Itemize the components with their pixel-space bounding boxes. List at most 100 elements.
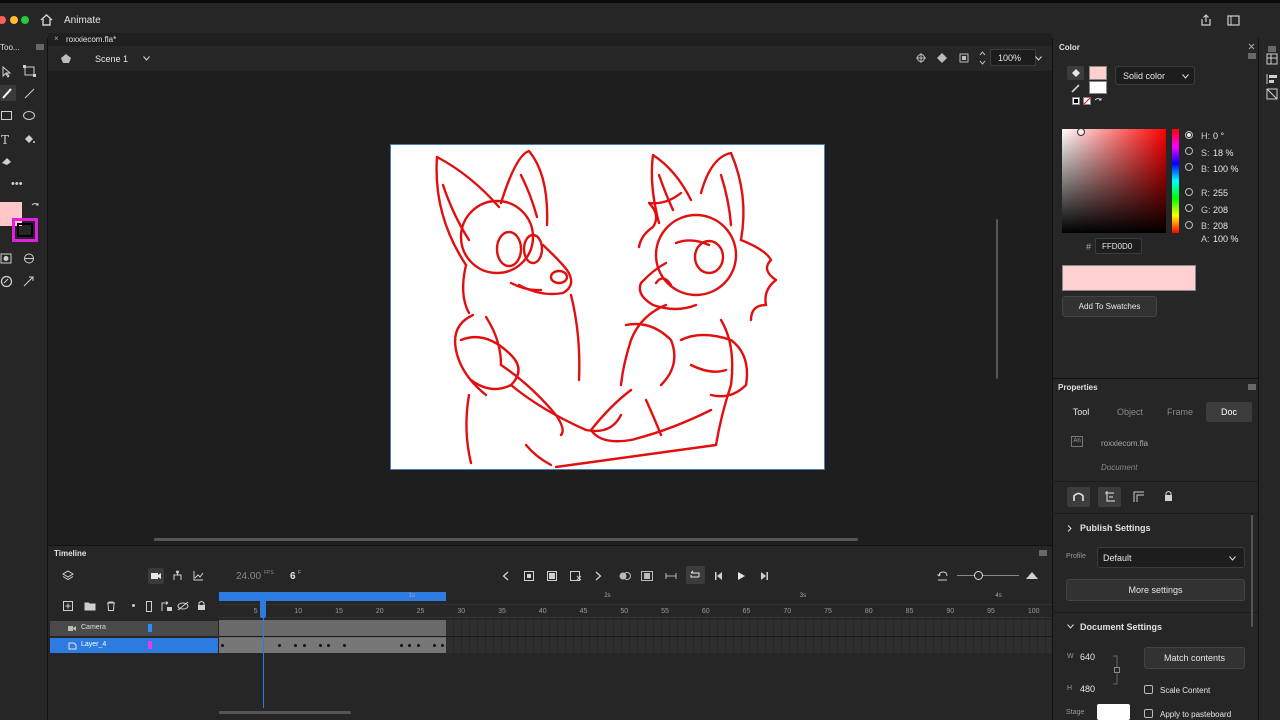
- outline-layer-icon[interactable]: [146, 601, 152, 612]
- object-drawing-icon[interactable]: [0, 253, 12, 264]
- line-tool-icon[interactable]: [24, 88, 35, 99]
- close-window-button[interactable]: [0, 16, 6, 24]
- black-white-icon[interactable]: [1072, 97, 1080, 105]
- new-folder-icon[interactable]: [84, 601, 96, 611]
- swap-stroke-fill-icon[interactable]: [1094, 97, 1102, 105]
- keyframe-dot[interactable]: [278, 644, 282, 647]
- lock-guides-icon[interactable]: [1164, 490, 1173, 502]
- keyframe-dot[interactable]: [294, 644, 298, 647]
- frame-span-icon[interactable]: [665, 571, 677, 581]
- maximize-window-button[interactable]: [21, 16, 29, 24]
- stage-color-swatch[interactable]: [1097, 704, 1130, 720]
- step-back-icon[interactable]: [714, 571, 724, 581]
- alpha-value[interactable]: 100 %: [1213, 234, 1239, 244]
- layer-parenting-icon[interactable]: [172, 570, 183, 581]
- center-stage-icon[interactable]: [916, 53, 926, 63]
- hue-radio[interactable]: [1185, 131, 1193, 139]
- stabilizer-icon[interactable]: [23, 276, 34, 287]
- document-tab[interactable]: roxxiecom.fla*: [66, 35, 116, 44]
- publish-settings-header[interactable]: Publish Settings: [1080, 523, 1151, 533]
- keyframe-dot[interactable]: [408, 644, 412, 647]
- clear-keyframe-icon[interactable]: [570, 571, 582, 581]
- stroke-color-chip[interactable]: [1089, 81, 1107, 94]
- doc-settings-collapse-icon[interactable]: [1067, 624, 1074, 629]
- lock-layer-icon[interactable]: [197, 600, 206, 611]
- keyframe-dot[interactable]: [302, 644, 306, 647]
- stage-canvas[interactable]: [390, 144, 825, 470]
- zoom-field[interactable]: 100%: [990, 49, 1036, 66]
- zoom-dropdown-icon[interactable]: [1035, 56, 1042, 61]
- layer-color-chip[interactable]: [148, 641, 152, 649]
- horizontal-scrollbar[interactable]: [154, 538, 858, 541]
- camera-frames-row[interactable]: [219, 620, 1052, 637]
- stroke-pencil-icon[interactable]: [1071, 83, 1081, 93]
- loop-button[interactable]: [686, 566, 705, 584]
- layer-name[interactable]: Layer_4: [81, 641, 106, 648]
- saturation-brightness-field[interactable]: [1062, 128, 1166, 233]
- eraser-tool-icon[interactable]: [1, 156, 13, 166]
- scene-dropdown-icon[interactable]: [143, 56, 150, 61]
- previous-keyframe-icon[interactable]: [502, 571, 509, 581]
- timeline-zoom-slider[interactable]: [957, 575, 1019, 576]
- frame-ruler[interactable]: [219, 604, 1052, 618]
- minimize-window-button[interactable]: [10, 16, 18, 24]
- brightness-radio[interactable]: [1185, 163, 1193, 171]
- red-radio[interactable]: [1185, 188, 1193, 196]
- scene-name[interactable]: Scene 1: [95, 54, 128, 64]
- next-keyframe-icon[interactable]: [595, 571, 602, 581]
- snap-to-objects-button[interactable]: [1067, 487, 1090, 507]
- keyframe-dot[interactable]: [400, 644, 404, 647]
- layer-row-camera[interactable]: Camera: [50, 621, 218, 636]
- layer-color-chip[interactable]: [148, 624, 152, 632]
- width-value[interactable]: 640: [1080, 652, 1095, 662]
- red-value[interactable]: 255: [1213, 188, 1228, 198]
- close-tab-icon[interactable]: ×: [54, 34, 59, 43]
- camera-view-icon[interactable]: [936, 52, 948, 64]
- saturation-radio[interactable]: [1185, 147, 1193, 155]
- playhead-line[interactable]: [262, 617, 264, 708]
- fill-color-chip[interactable]: [1089, 66, 1107, 80]
- zoom-large-icon[interactable]: [1025, 571, 1039, 580]
- link-dimensions-icon[interactable]: [1113, 655, 1121, 685]
- pressure-icon[interactable]: [0, 275, 13, 288]
- keyframe-dot[interactable]: [221, 644, 224, 647]
- tab-doc[interactable]: Doc: [1206, 402, 1252, 422]
- brightness-value[interactable]: 100 %: [1213, 164, 1239, 174]
- more-tools-icon[interactable]: •••: [11, 178, 23, 190]
- keyframe-dot[interactable]: [441, 644, 445, 647]
- transform-panel-icon[interactable]: [1266, 88, 1278, 100]
- play-icon[interactable]: [737, 571, 746, 581]
- layer-name[interactable]: Camera: [81, 624, 106, 631]
- fill-type-dropdown[interactable]: Solid color: [1115, 66, 1195, 85]
- brush-mode-icon[interactable]: [23, 253, 35, 264]
- new-layer-icon[interactable]: [63, 601, 73, 611]
- share-icon[interactable]: [1200, 14, 1212, 26]
- zoom-stepper-icon[interactable]: [979, 50, 986, 66]
- brush-tool-icon[interactable]: [0, 85, 16, 101]
- keyframe-dot[interactable]: [326, 644, 330, 647]
- snap-to-guides-icon[interactable]: [1133, 491, 1145, 503]
- delete-layer-icon[interactable]: [106, 601, 116, 611]
- library-panel-icon[interactable]: [1266, 53, 1278, 65]
- fill-bucket-toggle[interactable]: [1067, 66, 1084, 80]
- hide-layer-icon[interactable]: [177, 601, 189, 611]
- match-contents-button[interactable]: Match contents: [1144, 647, 1245, 669]
- color-panel-close-icon[interactable]: [1248, 43, 1255, 50]
- color-picker-cursor[interactable]: [1077, 128, 1085, 136]
- layer-row-layer4[interactable]: Layer_4: [50, 638, 218, 653]
- keyframe-dot[interactable]: [416, 644, 420, 647]
- color-panel-menu-icon[interactable]: [1248, 53, 1256, 59]
- more-settings-button[interactable]: More settings: [1066, 579, 1245, 601]
- no-color-icon[interactable]: [1083, 97, 1091, 105]
- blue-radio[interactable]: [1185, 221, 1193, 229]
- onion-skin-icon[interactable]: [619, 571, 631, 581]
- swap-colors-icon[interactable]: [31, 202, 39, 210]
- tab-frame[interactable]: Frame: [1160, 402, 1200, 422]
- saturation-value[interactable]: 18 %: [1213, 148, 1234, 158]
- blue-value[interactable]: 208: [1213, 221, 1228, 231]
- properties-menu-icon[interactable]: [1248, 384, 1256, 390]
- clip-stage-icon[interactable]: [959, 53, 969, 63]
- text-tool-icon[interactable]: T: [1, 133, 9, 147]
- playhead-handle[interactable]: [260, 592, 266, 618]
- tab-tool[interactable]: Tool: [1062, 402, 1100, 422]
